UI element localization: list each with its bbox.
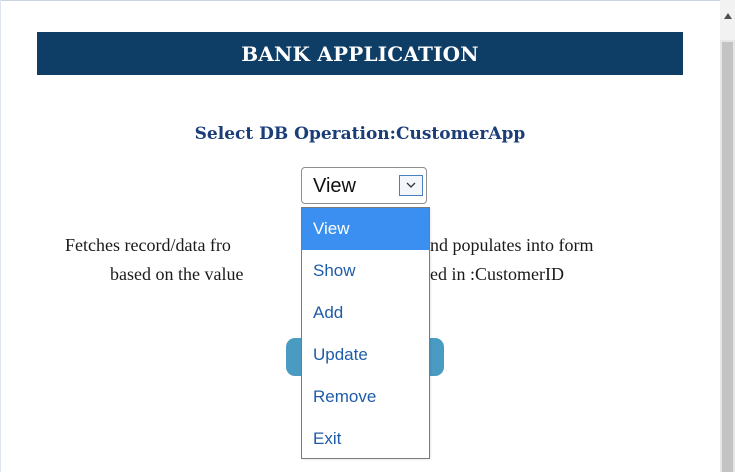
triangle-up-icon — [723, 13, 732, 19]
dropdown-option-show[interactable]: Show — [302, 250, 429, 292]
app-title: BANK APPLICATION — [241, 41, 479, 66]
window-top-border — [0, 0, 720, 1]
description-line-2-left: based on the value — [110, 264, 244, 284]
operation-select[interactable]: View — [301, 167, 427, 204]
window-left-border — [0, 0, 1, 472]
scroll-up-button[interactable] — [720, 0, 735, 40]
dropdown-option-update[interactable]: Update — [302, 334, 429, 376]
dropdown-option-exit[interactable]: Exit — [302, 418, 429, 460]
operation-dropdown-list: View Show Add Update Remove Exit — [301, 207, 430, 459]
dropdown-option-remove[interactable]: Remove — [302, 376, 429, 418]
description-line-2-right: ed in :CustomerID — [430, 264, 564, 284]
chevron-down-icon[interactable] — [399, 175, 423, 196]
description-line-1-right: nd populates into form — [430, 235, 594, 255]
app-header: BANK APPLICATION — [37, 32, 683, 75]
scrollbar-thumb[interactable] — [722, 42, 733, 472]
dropdown-option-view[interactable]: View — [302, 208, 429, 250]
operation-title: Select DB Operation:CustomerApp — [194, 124, 526, 144]
description-line-1-left: Fetches record/data fro — [65, 235, 231, 255]
dropdown-option-add[interactable]: Add — [302, 292, 429, 334]
operation-select-value: View — [313, 175, 356, 197]
app-window: BANK APPLICATION Select DB Operation:Cus… — [0, 0, 735, 472]
